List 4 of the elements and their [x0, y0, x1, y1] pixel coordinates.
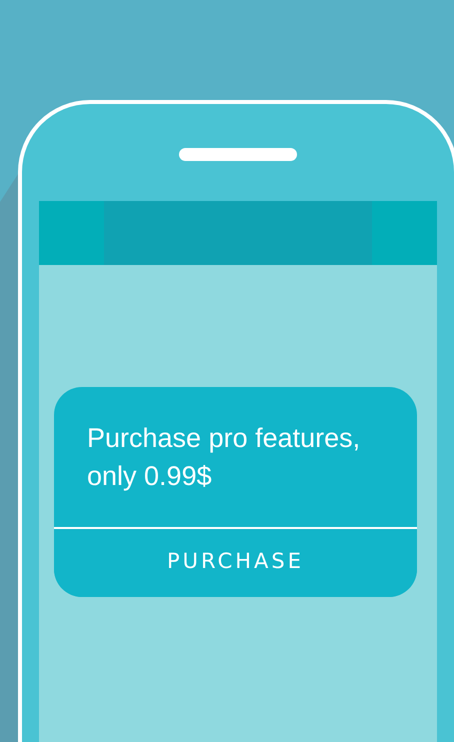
toolbar-block	[39, 201, 104, 265]
purchase-button[interactable]: PURCHASE	[54, 527, 417, 597]
toolbar-block	[372, 201, 437, 265]
dialog-message: Purchase pro features, only 0.99$	[86, 422, 362, 493]
